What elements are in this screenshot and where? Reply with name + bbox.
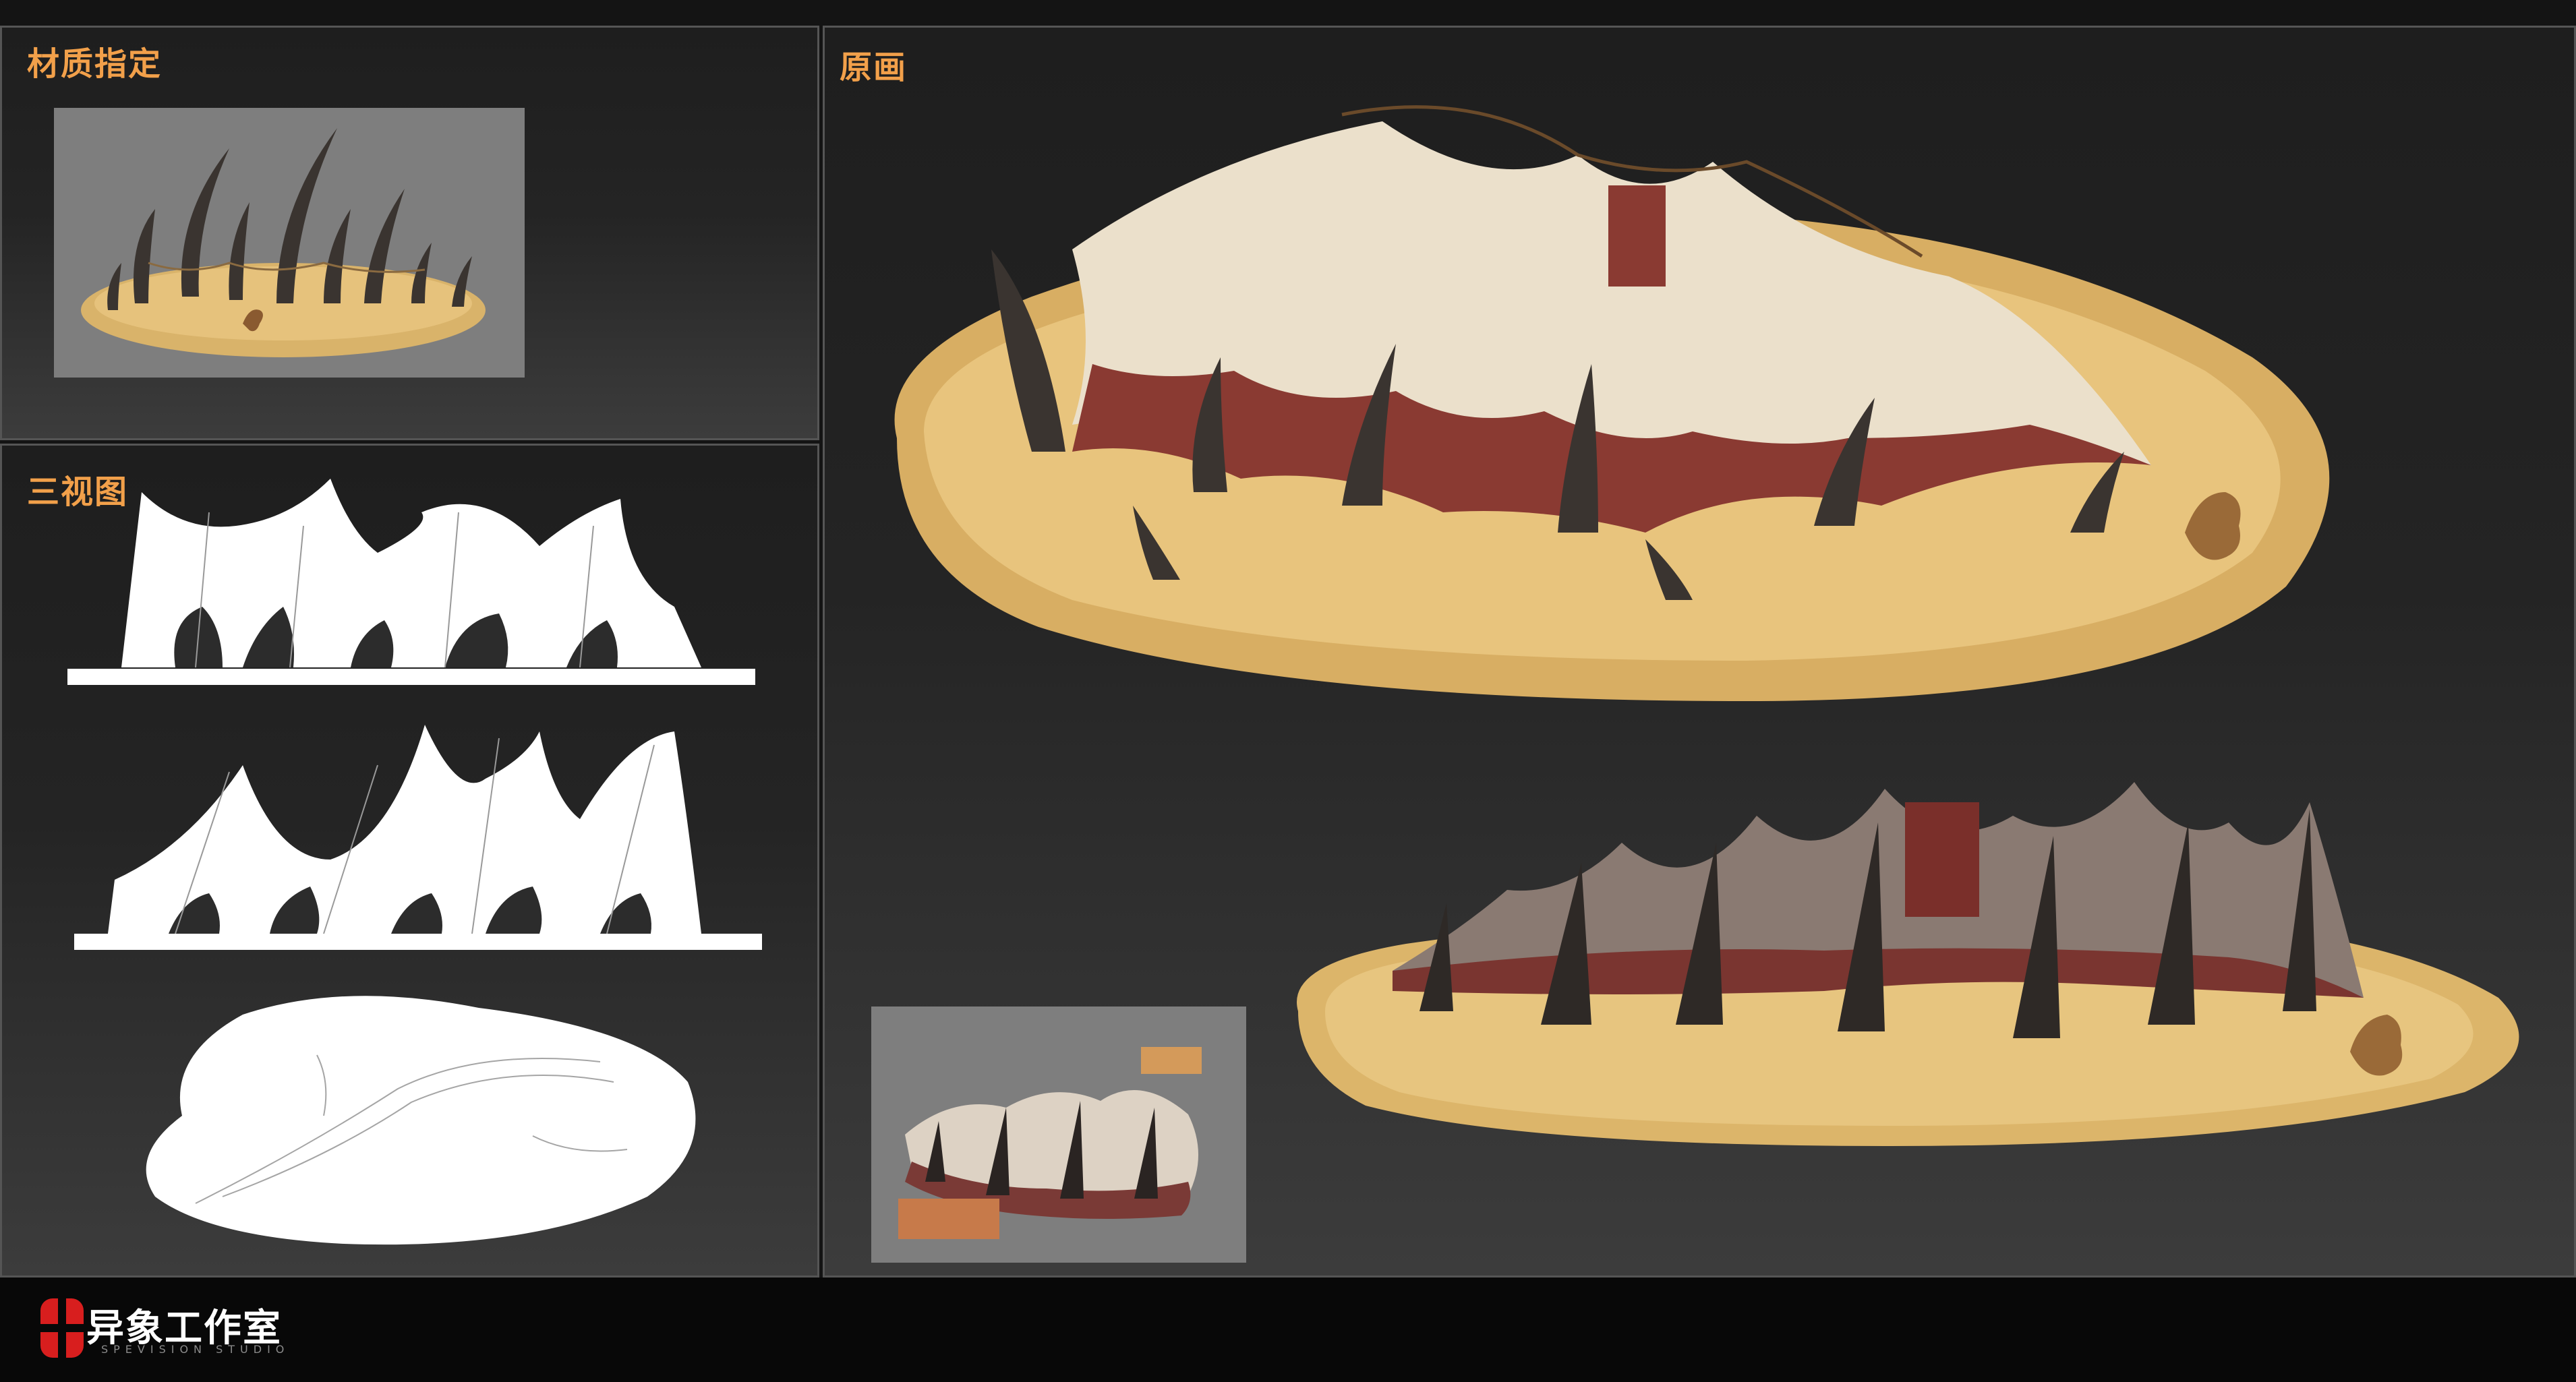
concept-secondary-illustration (1297, 782, 2519, 1146)
studio-logo-icon (40, 1298, 84, 1358)
side-view-silhouette (74, 725, 762, 950)
front-view-silhouette (67, 479, 755, 685)
concept-main-illustration (894, 105, 2330, 701)
top-view-silhouette (146, 996, 696, 1245)
concept-reference-render (898, 1047, 1202, 1239)
material-preview-render (81, 128, 486, 357)
studio-subtitle: SPEVISION STUDIO (101, 1343, 290, 1356)
footer-bar (0, 1278, 2576, 1382)
material-panel-title: 材质指定 (27, 45, 163, 83)
